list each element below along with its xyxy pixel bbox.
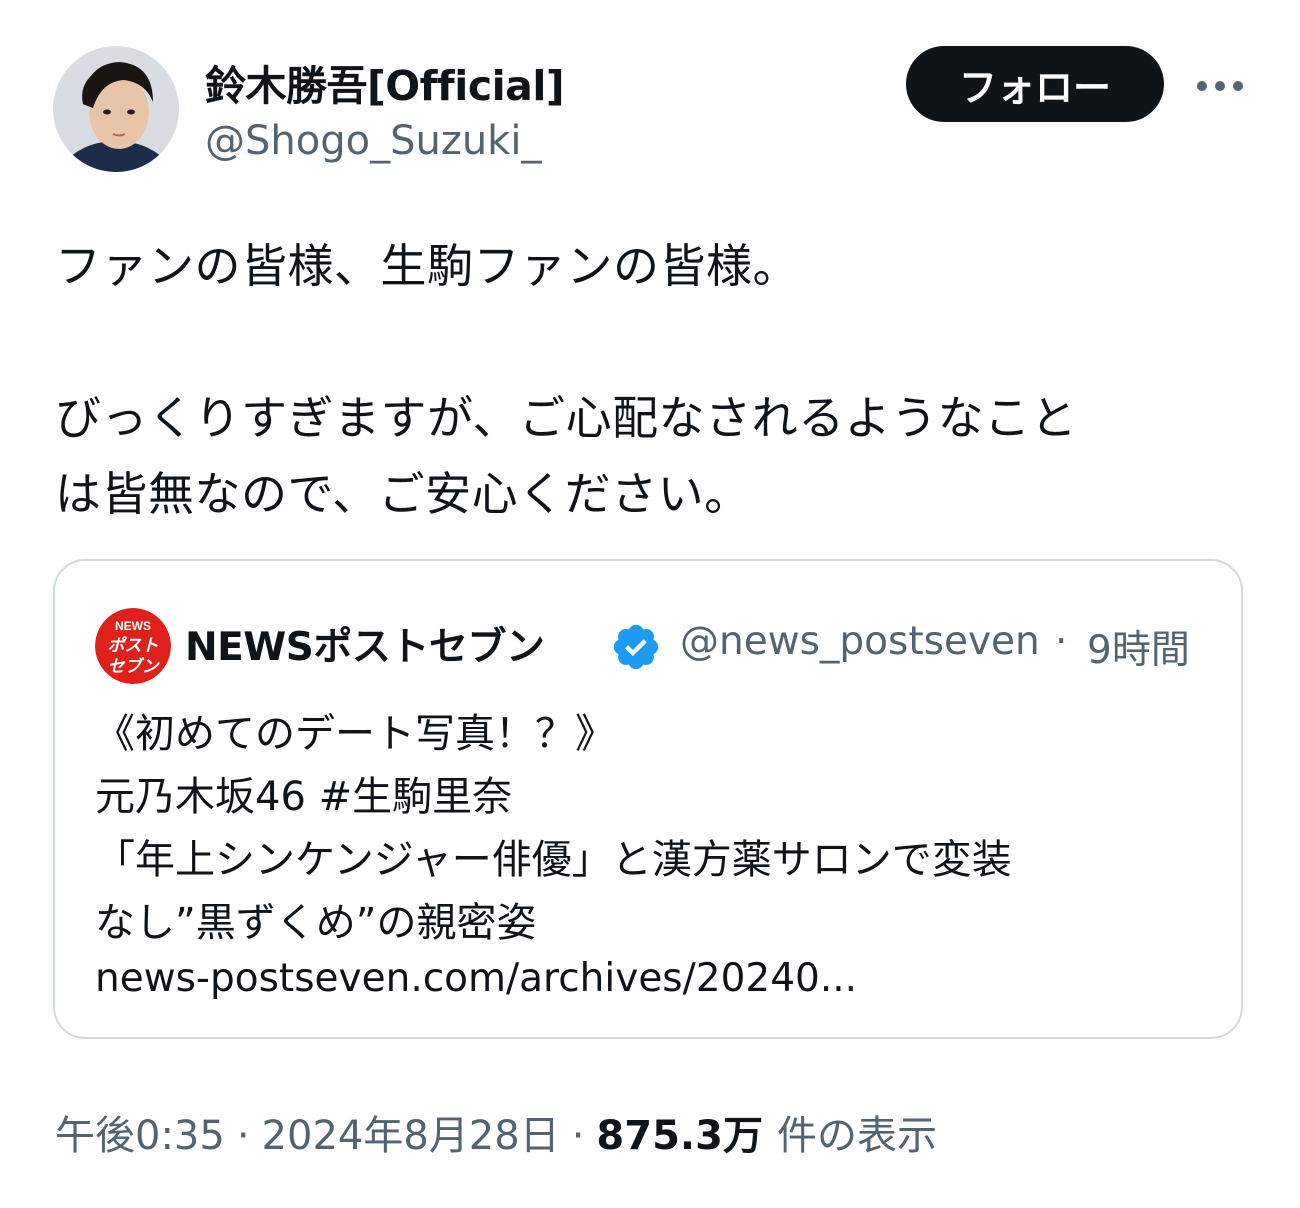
quoted-post-time[interactable]: 9時間 — [1087, 619, 1190, 675]
post-meta: 午後0:35 · 2024年8月28日 · 875.3万 件の表示 — [55, 1103, 937, 1161]
post-text-line: びっくりすぎますが、ご心配なされるようなこと — [55, 391, 1078, 445]
quoted-post-text-line: 「年上シンケンジャー俳優」と漢方薬サロンで変装 — [95, 837, 1012, 883]
views-label: 件の表示 — [776, 1113, 937, 1159]
quoted-post-display-name[interactable]: NEWSポストセブン — [185, 616, 545, 672]
separator-dot: · — [571, 1113, 585, 1159]
svg-text:ポスト: ポスト — [108, 636, 159, 656]
verified-badge-icon — [613, 624, 659, 670]
more-options-button[interactable] — [1192, 66, 1248, 106]
quoted-post-text-line: なし”黒ずくめ”の親密姿 — [95, 900, 537, 946]
views-count: 875.3万 — [596, 1113, 763, 1159]
quoted-post-avatar[interactable]: NEWS ポスト セブン — [95, 608, 171, 684]
post-time[interactable]: 午後0:35 — [55, 1103, 225, 1161]
quoted-post-text-line: 《初めてのデート写真！？》 — [95, 711, 615, 757]
post-text-line: は皆無なので、ご安心ください。 — [55, 467, 751, 521]
author-display-name[interactable]: 鈴木勝吾[Official] — [205, 52, 565, 112]
news-logo-text: NEWS — [115, 619, 151, 633]
quoted-post-text-line: 元乃木坂46 #生駒里奈 — [95, 774, 513, 820]
post-date[interactable]: 2024年8月28日 — [262, 1103, 560, 1161]
post-text-line: ファンの皆様、生駒ファンの皆様。 — [55, 239, 799, 293]
follow-button[interactable]: フォロー — [906, 46, 1164, 122]
separator-dot: · — [1055, 619, 1068, 664]
author-avatar[interactable] — [53, 46, 179, 172]
svg-text:セブン: セブン — [108, 657, 161, 677]
quoted-post-link[interactable]: news-postseven.com/archives/20240... — [95, 956, 857, 1001]
more-horizontal-icon — [1197, 81, 1243, 91]
author-handle[interactable]: @Shogo_Suzuki_ — [205, 118, 541, 164]
separator-dot: · — [236, 1113, 250, 1159]
quoted-post-handle[interactable]: @news_postseven — [680, 619, 1050, 664]
tweet: 鈴木勝吾[Official] @Shogo_Suzuki_ フォロー ファンの皆… — [0, 0, 1300, 1208]
quoted-post-card[interactable]: NEWS ポスト セブン NEWSポストセブン @news_postseven … — [53, 559, 1243, 1039]
